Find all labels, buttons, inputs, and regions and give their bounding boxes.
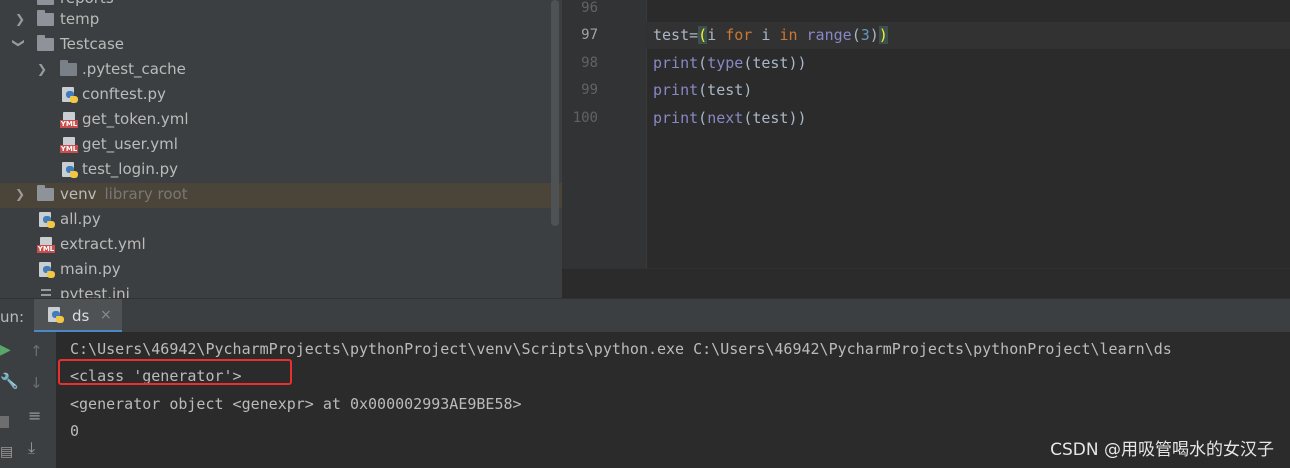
folder-icon bbox=[37, 0, 54, 5]
library-root-hint: library root bbox=[104, 185, 188, 203]
code-token: (test) bbox=[698, 81, 753, 99]
console-line: 0 bbox=[70, 422, 80, 440]
code-token: test= bbox=[653, 26, 699, 44]
tree-item-temp[interactable]: ❯ temp bbox=[0, 8, 562, 33]
folder-icon bbox=[37, 35, 54, 51]
annotation-highlight-box bbox=[58, 359, 292, 385]
line-number: 98 bbox=[581, 55, 598, 71]
layout-icon[interactable]: ▤ bbox=[0, 444, 13, 460]
code-editor[interactable]: 96 97 98 99 100 test=(i for i in range(3… bbox=[562, 0, 1290, 299]
line-number: 99 bbox=[581, 82, 598, 98]
yaml-file-icon: YML bbox=[37, 237, 55, 254]
arrow-up-icon[interactable]: ↑ bbox=[30, 342, 43, 360]
bracket-match: ( bbox=[698, 26, 708, 44]
tree-scrollbar[interactable] bbox=[551, 0, 559, 226]
project-tree: reports ❯ temp ❯ Testcase ❯ .pytest_cach… bbox=[0, 0, 562, 298]
python-file-icon bbox=[39, 262, 55, 279]
folder-icon bbox=[60, 60, 77, 76]
code-token: (test)) bbox=[743, 54, 807, 72]
editor-breadcrumb-bar bbox=[562, 268, 1290, 299]
yaml-file-icon: YML bbox=[60, 112, 78, 129]
run-tool-window-header: un: ds × bbox=[0, 298, 1290, 333]
tree-item-test-login[interactable]: test_login.py bbox=[0, 158, 562, 183]
folder-icon bbox=[37, 10, 54, 26]
keyword-token: for bbox=[725, 26, 753, 44]
soft-wrap-icon[interactable]: ≡ bbox=[28, 406, 41, 425]
ini-file-icon bbox=[39, 287, 53, 298]
tree-item-conftest[interactable]: conftest.py bbox=[0, 83, 562, 108]
bracket-match: ) bbox=[878, 26, 888, 44]
arrow-down-icon[interactable]: ↓ bbox=[30, 374, 43, 392]
console-line: C:\Users\46942\PycharmProjects\pythonPro… bbox=[70, 340, 1172, 358]
line-number: 96 bbox=[581, 0, 598, 16]
run-toolbar: ▶ ↑ 🔧 ↓ ≡ ▤ ⤓ bbox=[0, 332, 56, 468]
code-token: i bbox=[707, 26, 726, 44]
code-line-97[interactable]: test=(i for i in range(3)) bbox=[653, 26, 888, 44]
python-file-icon bbox=[48, 307, 64, 324]
run-tab-ds[interactable]: ds × bbox=[34, 299, 122, 333]
yaml-file-icon: YML bbox=[60, 137, 78, 154]
tree-item-testcase[interactable]: ❯ Testcase bbox=[0, 33, 562, 58]
scroll-to-end-icon[interactable]: ⤓ bbox=[28, 438, 35, 458]
tree-item-label: venv bbox=[60, 185, 97, 203]
python-file-icon bbox=[39, 212, 55, 229]
builtin-token: print bbox=[653, 81, 699, 99]
tree-item-get-user[interactable]: YML get_user.yml bbox=[0, 133, 562, 158]
code-token: i bbox=[752, 26, 780, 44]
chevron-right-icon[interactable]: ❯ bbox=[36, 62, 48, 76]
python-file-icon bbox=[62, 162, 78, 179]
chevron-down-icon[interactable]: ❯ bbox=[12, 37, 26, 49]
watermark: CSDN @用吸管喝水的女汉子 bbox=[1050, 440, 1274, 460]
tree-item-extract-yml[interactable]: YML extract.yml bbox=[0, 233, 562, 258]
line-number: 100 bbox=[572, 110, 598, 126]
run-tab-label: ds bbox=[72, 307, 90, 325]
tree-item-all-py[interactable]: all.py bbox=[0, 208, 562, 233]
python-file-icon bbox=[62, 87, 78, 104]
wrench-icon[interactable]: 🔧 bbox=[0, 372, 19, 390]
line-number-gutter: 96 97 98 99 100 bbox=[562, 0, 647, 268]
chevron-right-icon[interactable]: ❯ bbox=[14, 12, 26, 26]
number-token: 3 bbox=[860, 26, 870, 44]
tree-item-get-token[interactable]: YML get_token.yml bbox=[0, 108, 562, 133]
code-token: (test)) bbox=[743, 109, 807, 127]
builtin-token: type bbox=[707, 54, 744, 72]
tree-item-pytest-ini[interactable]: pytest.ini bbox=[0, 283, 562, 298]
tree-item-venv[interactable]: ❯ venv library root bbox=[0, 183, 562, 208]
close-icon[interactable]: × bbox=[100, 307, 112, 323]
builtin-token: print bbox=[653, 109, 699, 127]
code-token: ( bbox=[698, 109, 708, 127]
console-line: <generator object <genexpr> at 0x0000029… bbox=[70, 395, 522, 413]
folder-icon bbox=[37, 185, 54, 201]
line-number: 97 bbox=[581, 27, 598, 43]
builtin-token: next bbox=[707, 109, 744, 127]
builtin-token: print bbox=[653, 54, 699, 72]
builtin-token: range bbox=[806, 26, 852, 44]
tree-item-main-py[interactable]: main.py bbox=[0, 258, 562, 283]
code-line-99[interactable]: print(test) bbox=[653, 81, 752, 99]
code-line-98[interactable]: print(type(test)) bbox=[653, 54, 807, 72]
run-label: un: bbox=[0, 308, 25, 326]
tree-item-pytest-cache[interactable]: ❯ .pytest_cache bbox=[0, 58, 562, 83]
chevron-right-icon[interactable]: ❯ bbox=[14, 187, 26, 201]
rerun-icon[interactable]: ▶ bbox=[0, 342, 11, 358]
code-token: ) bbox=[869, 26, 879, 44]
code-token: ( bbox=[698, 54, 708, 72]
stop-icon[interactable] bbox=[0, 416, 9, 428]
keyword-token: in bbox=[779, 26, 798, 44]
code-line-100[interactable]: print(next(test)) bbox=[653, 109, 807, 127]
code-token: ( bbox=[851, 26, 861, 44]
